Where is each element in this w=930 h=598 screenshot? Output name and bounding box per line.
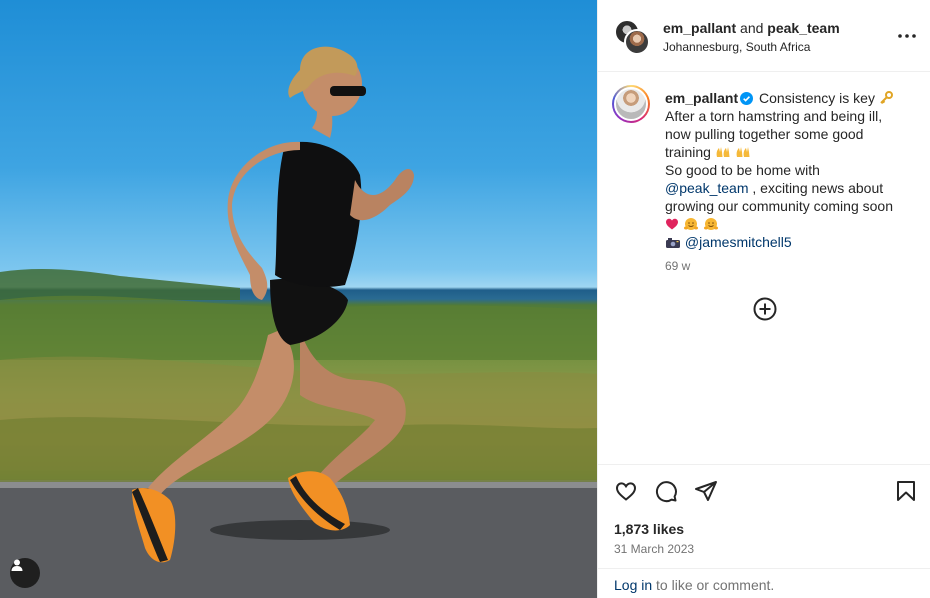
user-tag-button[interactable] [10, 558, 40, 588]
plus-circle-icon [753, 297, 777, 321]
caption-username[interactable]: em_pallant [665, 90, 738, 106]
location-link[interactable]: Johannesburg, South Africa [663, 40, 810, 54]
hugging-face-emoji-icon-2 [703, 218, 718, 230]
caption-text-7: growing our community coming soon [665, 198, 893, 214]
post-header: em_pallant and peak_team Johannesburg, S… [598, 0, 930, 72]
hugging-face-emoji-icon [683, 218, 698, 230]
likes-count[interactable]: 1,873 likes [614, 521, 684, 537]
post-date: 31 March 2023 [614, 542, 695, 556]
avatar-em-pallant [624, 29, 650, 55]
raised-hands-emoji-icon [716, 147, 730, 157]
more-options-button[interactable] [897, 26, 917, 46]
post-side-panel: em_pallant and peak_team Johannesburg, S… [597, 0, 930, 598]
caption-avatar[interactable] [612, 85, 650, 123]
post-caption: em_pallant Consistency is key After a to… [665, 89, 915, 251]
username-link-1[interactable]: em_pallant [663, 20, 736, 36]
key-emoji-icon [880, 91, 893, 104]
caption-text-5: So good to be home with [665, 162, 820, 178]
comment-icon [655, 481, 677, 503]
login-link[interactable]: Log in [614, 577, 652, 593]
raised-hands-emoji-icon-2 [736, 147, 750, 157]
mention-peak-team[interactable]: @peak_team [665, 180, 748, 196]
caption-text-1: Consistency is key [755, 90, 879, 106]
post-age[interactable]: 69 w [665, 259, 690, 273]
caption-text-6: , exciting news about [748, 180, 884, 196]
user-tag-icon [11, 559, 23, 571]
share-button[interactable] [694, 479, 720, 505]
load-more-comments-button[interactable] [753, 297, 777, 321]
username-joiner: and [736, 20, 768, 36]
paper-plane-icon [695, 481, 717, 501]
post-actions: 1,873 likes 31 March 2023 Log in to like… [598, 464, 930, 598]
runner-photo [0, 46, 597, 598]
login-prompt-text: to like or comment. [652, 577, 775, 593]
camera-emoji-icon [666, 238, 680, 248]
login-prompt: Log in to like or comment. [598, 568, 930, 598]
caption-text-4: training [665, 144, 715, 160]
collab-avatars[interactable] [614, 19, 650, 55]
collab-usernames: em_pallant and peak_team [663, 20, 840, 36]
post-media[interactable] [0, 0, 597, 598]
red-heart-emoji-icon [666, 218, 678, 230]
verified-badge-icon [740, 92, 754, 105]
save-button[interactable] [894, 479, 920, 505]
comment-button[interactable] [654, 479, 680, 505]
heart-icon [615, 482, 637, 501]
bookmark-icon [897, 481, 915, 501]
ellipsis-icon [898, 34, 916, 38]
mention-jamesmitchell5[interactable]: @jamesmitchell5 [685, 234, 792, 250]
caption-text-2: After a torn hamstring and being ill, [665, 108, 883, 124]
username-link-2[interactable]: peak_team [767, 20, 839, 36]
caption-text-3: now pulling together some good [665, 126, 864, 142]
like-button[interactable] [614, 479, 640, 505]
